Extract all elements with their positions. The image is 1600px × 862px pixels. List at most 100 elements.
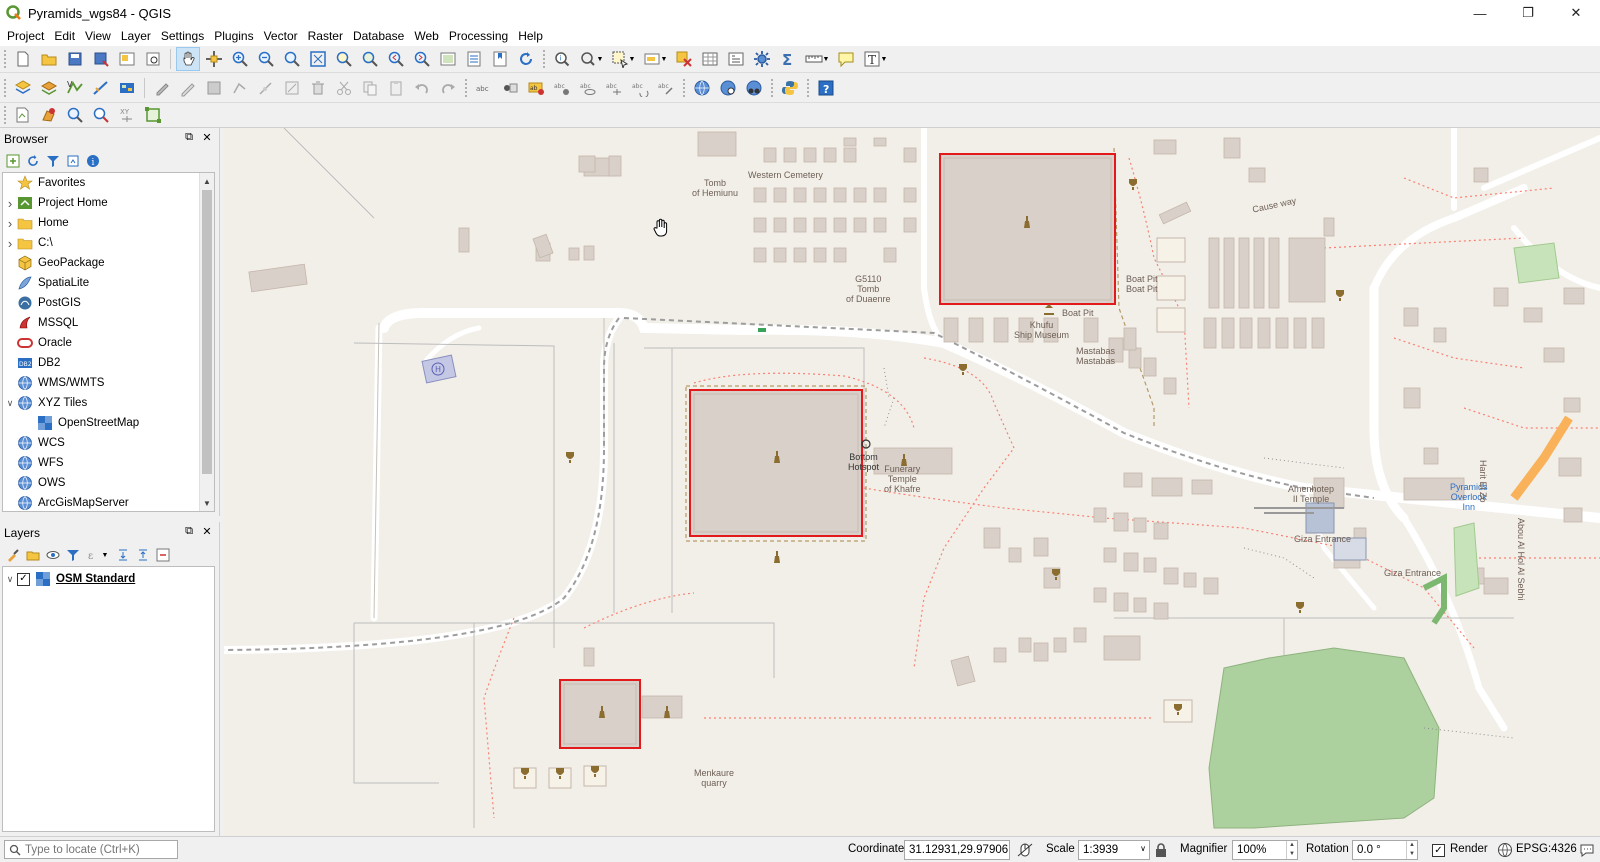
float-panel-icon[interactable]: ⧉ [183,525,195,538]
filter-legend-button[interactable] [64,546,82,564]
toggle-editing-button[interactable] [176,76,200,100]
expand-arrow-icon[interactable]: › [3,216,17,231]
remove-layer-button[interactable] [154,546,172,564]
new-map-view-button[interactable] [436,47,460,71]
browser-item-xyz-tiles[interactable]: ∨ XYZ Tiles [3,393,214,413]
modify-attributes-button[interactable] [280,76,304,100]
layer-item-osm-standard[interactable]: ∨ ✓ OSM Standard [3,569,214,589]
browser-item-wms-wmts[interactable]: WMS/WMTS [3,373,214,393]
scroll-down-arrow[interactable]: ▼ [200,495,214,511]
metasearch-button[interactable] [690,76,714,100]
zoom-out-button[interactable] [254,47,278,71]
add-selected-layers-button[interactable] [4,152,22,170]
save-edits-button[interactable] [202,76,226,100]
menu-layer[interactable]: Layer [116,26,156,46]
toolbar-grip[interactable] [3,49,7,69]
render-checkbox[interactable]: ✓ [1432,844,1445,857]
label-tool-button[interactable]: abc [472,76,496,100]
current-edits-button[interactable] [150,76,174,100]
zoom-in-button[interactable] [228,47,252,71]
rotation-spinbox[interactable]: 0.0 ° ▲ ▼ [1352,840,1418,860]
show-hide-labels-button[interactable]: abc [576,76,600,100]
open-styling-button[interactable] [4,546,22,564]
menu-settings[interactable]: Settings [156,26,209,46]
identify-features-button[interactable]: i [550,47,574,71]
browser-item-postgis[interactable]: PostGIS [3,293,214,313]
new-point-layer-button[interactable] [11,103,35,127]
move-label-button[interactable]: abc [602,76,626,100]
menu-processing[interactable]: Processing [444,26,513,46]
menu-raster[interactable]: Raster [303,26,348,46]
browser-item-project-home[interactable]: › Project Home [3,193,214,213]
zoom-last-button[interactable] [384,47,408,71]
browser-item-db2[interactable]: DB2 DB2 [3,353,214,373]
browser-item-oracle[interactable]: Oracle [3,333,214,353]
data-source-manager-button[interactable] [11,76,35,100]
change-label-button[interactable]: abc [654,76,678,100]
search-zoom-button[interactable] [63,103,87,127]
coordinate-field[interactable]: 31.12931,29.97906 [904,840,1010,860]
map-tips-button[interactable] [834,47,858,71]
filter-expression-button[interactable]: ε ▼ [84,546,112,564]
expand-all-button[interactable] [114,546,132,564]
menu-plugins[interactable]: Plugins [209,26,258,46]
temporal-controller-button[interactable] [462,47,486,71]
close-panel-icon[interactable]: ✕ [201,131,213,144]
enable-properties-button[interactable]: i [84,152,102,170]
toolbar-grip[interactable] [3,105,7,125]
pan-to-selection-button[interactable] [202,47,226,71]
pyramid-khufu[interactable] [939,153,1116,305]
layer-visibility-checkbox[interactable]: ✓ [17,572,30,586]
browser-item-ows[interactable]: OWS [3,473,214,493]
crs-button[interactable] [1496,841,1514,859]
statistical-summary-button[interactable]: Σ [776,47,800,71]
browser-item-geopackage[interactable]: GeoPackage [3,253,214,273]
menu-web[interactable]: Web [409,26,443,46]
toolbar-grip[interactable] [806,77,810,98]
collapse-all-button[interactable] [64,152,82,170]
filter-browser-button[interactable] [44,152,62,170]
collapse-all-layers-button[interactable] [134,546,152,564]
refresh-button[interactable] [514,47,538,71]
cut-features-button[interactable] [332,76,356,100]
spin-arrows-icon[interactable]: ▲ ▼ [1406,841,1417,859]
toolbar-grip[interactable] [542,49,546,69]
measure-line-button[interactable]: ▼ [802,47,832,71]
save-as-button[interactable] [89,47,113,71]
run-feature-action-button[interactable]: ▼ [576,47,606,71]
add-vector-layer-button[interactable]: V [63,76,87,100]
minimize-button[interactable]: — [1456,0,1504,26]
close-panel-icon[interactable]: ✕ [201,525,213,538]
zoom-layer-button[interactable] [358,47,382,71]
bounding-box-button[interactable] [141,103,165,127]
locator-box[interactable] [4,840,178,859]
select-by-value-button[interactable]: ▼ [640,47,670,71]
browser-item-wcs[interactable]: WCS [3,433,214,453]
spin-arrows-icon[interactable]: ▲ ▼ [1286,841,1297,859]
deselect-all-button[interactable] [672,47,696,71]
quickmapservices-button[interactable] [742,76,766,100]
toolbar-grip[interactable] [464,77,468,98]
browser-item-mssql[interactable]: MSSQL [3,313,214,333]
zoom-selection-button[interactable] [332,47,356,71]
geocoding-button[interactable] [716,76,740,100]
browser-item-c[interactable]: › C:\ [3,233,214,253]
messages-button[interactable] [1578,841,1596,859]
menu-edit[interactable]: Edit [49,26,80,46]
collapse-arrow-icon[interactable]: ∨ [3,398,17,409]
browser-item-wfs[interactable]: WFS [3,453,214,473]
paste-features-button[interactable] [384,76,408,100]
browser-scrollbar[interactable]: ▲ ▼ [199,173,214,511]
zoom-next-button[interactable] [410,47,434,71]
pin-labels-button[interactable]: abc [550,76,574,100]
undo-button[interactable] [410,76,434,100]
bookmarks-button[interactable] [488,47,512,71]
delete-selected-button[interactable] [306,76,330,100]
layout-manager-button[interactable] [141,47,165,71]
python-console-button[interactable] [778,76,802,100]
browser-item-favorites[interactable]: Favorites [3,173,214,193]
field-calculator-button[interactable] [724,47,748,71]
close-button[interactable]: ✕ [1552,0,1600,26]
maximize-button[interactable]: ❐ [1504,0,1552,26]
select-features-button[interactable]: ▼ [608,47,638,71]
